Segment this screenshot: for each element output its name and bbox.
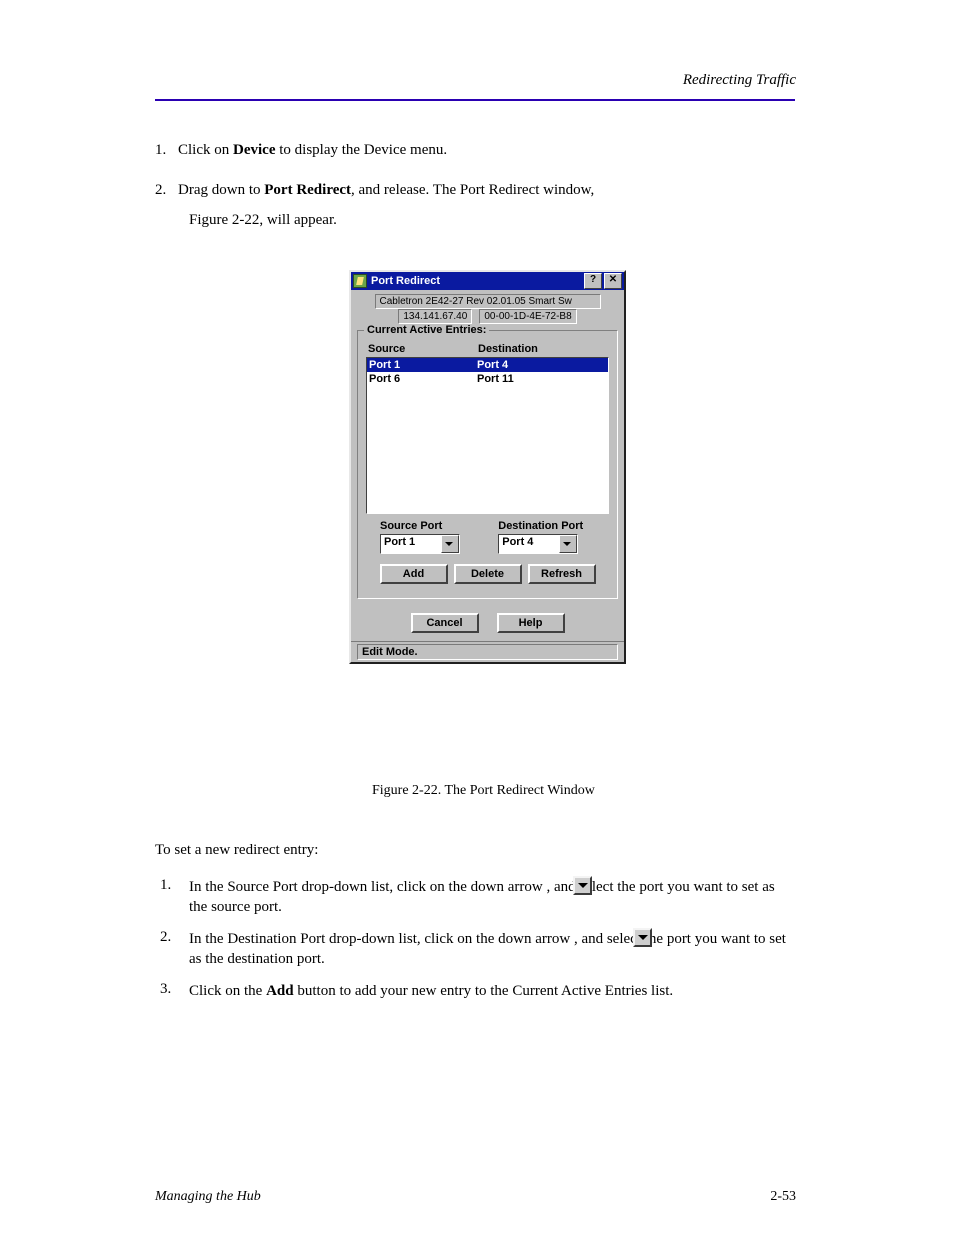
setting-title: To set a new redirect entry: [155,842,318,859]
list-item-dest: Port 11 [477,372,606,386]
step-2a: In the Destination Port drop-down list, … [189,931,574,947]
intro-2-num: 2. [155,182,166,198]
step-3-num: 3. [160,981,171,998]
list-item[interactable]: Port 1 Port 4 [367,358,608,372]
list-item-source: Port 6 [369,372,477,386]
intro-line-2: 2. Drag down to Port Redirect, and relea… [155,180,795,200]
source-port-combo[interactable]: Port 1 [380,534,460,554]
cancel-button[interactable]: Cancel [411,613,479,633]
app-icon [353,274,367,288]
step-3: Click on the Add button to add your new … [189,981,796,1001]
list-item[interactable]: Port 6 Port 11 [367,372,608,386]
active-entries-label: Current Active Entries: [364,324,489,336]
intro-line-3: Figure 2-22, will appear. [189,210,829,230]
intro-1b: Device [233,142,275,158]
help-icon[interactable]: ? [584,273,602,289]
port-redirect-window: Port Redirect ? ✕ Cabletron 2E42-27 Rev … [349,270,626,664]
intro-1-num: 1. [155,142,166,158]
step-1a: In the Source Port drop-down list, click… [189,879,546,895]
list-header: Source Destination [368,343,607,355]
delete-button[interactable]: Delete [454,564,522,584]
device-string: Cabletron 2E42-27 Rev 02.01.05 Smart Sw [375,294,601,309]
step-1: In the Source Port drop-down list, click… [189,877,796,918]
dest-port-value: Port 4 [499,535,559,553]
add-button[interactable]: Add [380,564,448,584]
step-1-num: 1. [160,877,171,894]
step-3a: Click on the [189,983,266,999]
status-text: Edit Mode. [357,644,618,660]
col-dest: Destination [478,343,607,355]
chevron-down-icon [573,876,592,895]
close-icon[interactable]: ✕ [604,273,622,289]
figure-caption: Figure 2-22. The Port Redirect Window [372,783,595,799]
intro-2a: Drag down to [178,182,264,198]
step-2: In the Destination Port drop-down list, … [189,929,796,970]
intro-line-1: 1. Click on Device to display the Device… [155,140,795,160]
source-port-label: Source Port [380,520,477,532]
chevron-down-icon[interactable] [559,535,577,553]
intro-1a: Click on [178,142,233,158]
step-3c: button to add your new entry to the Curr… [294,983,674,999]
device-ip: 134.141.67.40 [398,309,472,324]
source-port-value: Port 1 [381,535,441,553]
chevron-down-icon [633,928,652,947]
step-2-num: 2. [160,929,171,946]
statusbar: Edit Mode. [351,641,624,662]
col-source: Source [368,343,478,355]
window-title: Port Redirect [371,275,582,287]
refresh-button[interactable]: Refresh [528,564,596,584]
step-3b: Add [266,983,294,999]
list-item-source: Port 1 [369,358,477,372]
active-entries-list[interactable]: Port 1 Port 4 Port 6 Port 11 [366,357,609,514]
footer-left: Managing the Hub [155,1189,261,1205]
device-info: Cabletron 2E42-27 Rev 02.01.05 Smart Sw … [351,290,624,326]
list-item-dest: Port 4 [477,358,606,372]
device-mac: 00-00-1D-4E-72-B8 [479,309,576,324]
active-entries-group: Current Active Entries: Source Destinati… [357,330,618,599]
dest-port-combo[interactable]: Port 4 [498,534,578,554]
intro-2b: Port Redirect [264,182,351,198]
intro-2c: , and release. The Port Redirect window, [351,182,594,198]
dest-port-label: Destination Port [498,520,595,532]
titlebar[interactable]: Port Redirect ? ✕ [351,272,624,290]
help-button[interactable]: Help [497,613,565,633]
intro-1c: to display the Device menu. [275,142,447,158]
footer-page-number: 2-53 [770,1189,796,1205]
header-rule [155,99,795,101]
chevron-down-icon[interactable] [441,535,459,553]
running-head: Redirecting Traffic [683,72,796,89]
